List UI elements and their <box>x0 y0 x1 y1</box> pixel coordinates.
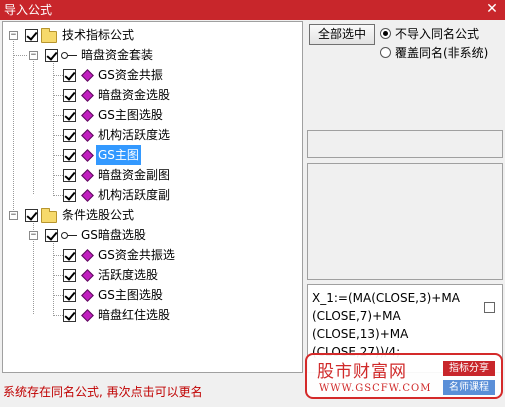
collapse-icon[interactable]: − <box>29 51 38 60</box>
tree-item[interactable]: 活跃度选股 <box>3 265 293 285</box>
tree-item-label: 机构活跃度选 <box>98 128 171 142</box>
tree-item[interactable]: 暗盘资金选股 <box>3 85 293 105</box>
tree-set-dark-funds[interactable]: − 暗盘资金套装 <box>3 45 293 65</box>
item-checkbox[interactable] <box>63 149 76 162</box>
tree-group-condition[interactable]: − 条件选股公式 <box>3 205 293 225</box>
set-checkbox[interactable] <box>45 49 58 62</box>
formula-gem-icon <box>81 289 94 302</box>
formula-gem-icon <box>81 269 94 282</box>
collapse-icon[interactable]: − <box>29 231 38 240</box>
close-icon[interactable]: ✕ <box>484 1 500 17</box>
tree-item[interactable]: 暗盘红住选股 <box>3 305 293 325</box>
description-panel <box>307 163 503 280</box>
tree-item[interactable]: GS主图选股 <box>3 285 293 305</box>
tree-item[interactable]: 暗盘资金副图 <box>3 165 293 185</box>
item-checkbox[interactable] <box>63 89 76 102</box>
key-icon <box>61 50 77 60</box>
item-checkbox[interactable] <box>63 269 76 282</box>
tree-item-label: GS资金共振 <box>98 68 163 82</box>
set-checkbox[interactable] <box>45 229 58 242</box>
info-field <box>307 130 503 158</box>
item-checkbox[interactable] <box>63 189 76 202</box>
formula-checkbox[interactable] <box>484 302 495 313</box>
status-message: 系统存在同名公式, 再次点击可以更名 <box>3 385 203 399</box>
formula-gem-icon <box>81 149 94 162</box>
formula-gem-icon <box>81 129 94 142</box>
tree-item-label: 暗盘红住选股 <box>98 308 171 322</box>
formula-text: X_1:=(MA(CLOSE,3)+MA (CLOSE,7)+MA (CLOSE… <box>312 291 460 359</box>
tree-item[interactable]: GS资金共振 <box>3 65 293 85</box>
tree-item[interactable]: 机构活跃度选 <box>3 125 293 145</box>
radio-label: 不导入同名公式 <box>395 27 480 41</box>
tree-item-label: 暗盘资金副图 <box>98 168 171 182</box>
radio-overwrite-duplicates[interactable]: 覆盖同名(非系统) <box>380 45 500 61</box>
tree-item-label: GS主图选股 <box>98 108 163 122</box>
tree-item[interactable]: 机构活跃度副 <box>3 185 293 205</box>
formula-gem-icon <box>81 189 94 202</box>
item-checkbox[interactable] <box>63 249 76 262</box>
folder-icon <box>41 28 57 43</box>
formula-gem-icon <box>81 169 94 182</box>
tree-item-label: GS资金共振选 <box>98 248 175 262</box>
collapse-icon[interactable]: − <box>9 211 18 220</box>
tree-set-gs-dark[interactable]: − GS暗盘选股 <box>3 225 293 245</box>
tree-item-label: GS主图选股 <box>98 288 163 302</box>
watermark-site: WWW.GSCFW.COM <box>319 383 432 394</box>
formula-gem-icon <box>81 309 94 322</box>
tree-set-label: GS暗盘选股 <box>81 228 146 242</box>
formula-tree[interactable]: − 技术指标公式 − 暗盘资金套装 GS资金共振 暗盘资金选股 GS主图选股 机… <box>2 21 303 373</box>
tree-item[interactable]: GS资金共振选 <box>3 245 293 265</box>
tree-item-label: 活跃度选股 <box>98 268 159 282</box>
watermark-logo: 股市财富网 WWW.GSCFW.COM 指标分享 名师课程 <box>305 353 503 399</box>
folder-icon <box>41 208 57 223</box>
item-checkbox[interactable] <box>63 69 76 82</box>
tree-item-label: GS主图 <box>96 145 141 165</box>
watermark-tag-share: 指标分享 <box>443 361 495 376</box>
collapse-icon[interactable]: − <box>9 31 18 40</box>
watermark-tag-course: 名师课程 <box>443 380 495 395</box>
tree-item-selected[interactable]: GS主图 <box>3 145 293 165</box>
group-checkbox[interactable] <box>25 209 38 222</box>
tree-group-technical[interactable]: − 技术指标公式 <box>3 25 293 45</box>
item-checkbox[interactable] <box>63 289 76 302</box>
formula-gem-icon <box>81 109 94 122</box>
tree-item-label: 暗盘资金选股 <box>98 88 171 102</box>
item-checkbox[interactable] <box>63 309 76 322</box>
window-title: 导入公式 <box>4 3 53 17</box>
radio-dot[interactable] <box>380 47 391 58</box>
select-all-button[interactable]: 全部选中 <box>309 24 375 45</box>
tree-item-label: 机构活跃度副 <box>98 188 171 202</box>
formula-gem-icon <box>81 89 94 102</box>
item-checkbox[interactable] <box>63 169 76 182</box>
group-checkbox[interactable] <box>25 29 38 42</box>
formula-gem-icon <box>81 69 94 82</box>
radio-label: 覆盖同名(非系统) <box>395 46 489 60</box>
tree-group-label: 技术指标公式 <box>62 28 135 42</box>
tree-item[interactable]: GS主图选股 <box>3 105 293 125</box>
key-icon <box>61 230 77 240</box>
watermark-brand: 股市财富网 <box>317 362 407 382</box>
title-bar: 导入公式 ✕ <box>0 0 505 20</box>
tree-set-label: 暗盘资金套装 <box>81 48 154 62</box>
formula-gem-icon <box>81 249 94 262</box>
tree-group-label: 条件选股公式 <box>62 208 135 222</box>
radio-dot[interactable] <box>380 28 391 39</box>
item-checkbox[interactable] <box>63 129 76 142</box>
item-checkbox[interactable] <box>63 109 76 122</box>
radio-skip-duplicates[interactable]: 不导入同名公式 <box>380 26 500 42</box>
